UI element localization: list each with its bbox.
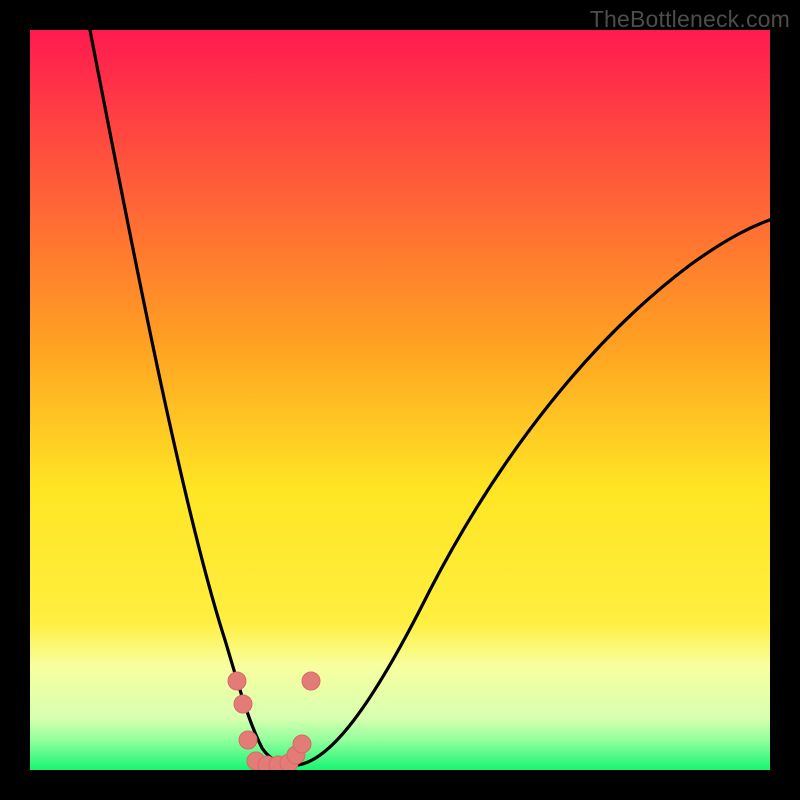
chart-frame: TheBottleneck.com	[0, 0, 800, 800]
watermark-text: TheBottleneck.com	[590, 6, 790, 33]
bottleneck-chart	[30, 30, 770, 770]
gradient-background	[30, 30, 770, 770]
